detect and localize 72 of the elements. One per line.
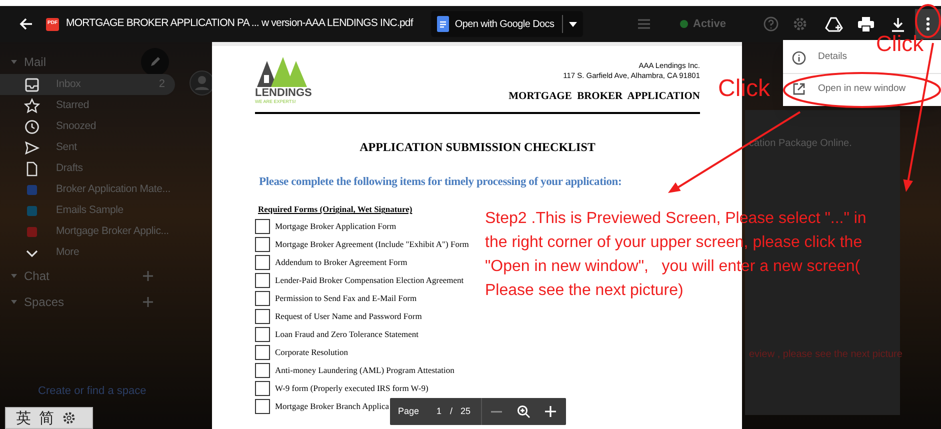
section-title: Spaces [24, 294, 66, 311]
open-external-icon [792, 82, 806, 96]
checkbox[interactable] [255, 398, 270, 414]
page-label: Page [398, 404, 420, 418]
checklist-item: Mortgage Broker Agreement (Include "Exhibit A") Form [275, 238, 469, 250]
info-icon [792, 50, 806, 64]
page-total: 25 [460, 404, 471, 418]
document-icon [24, 160, 40, 176]
back-arrow-icon[interactable] [18, 16, 34, 32]
plus-icon[interactable] [143, 297, 153, 307]
checkbox[interactable] [255, 236, 270, 252]
checklist-item: Mortgage Broker Application Form [275, 220, 396, 232]
section-title: Chat [24, 268, 50, 285]
checklist-item: Anti-money Laundering (AML) Program Attestation [275, 364, 454, 376]
checkbox[interactable] [255, 326, 270, 342]
checkbox[interactable] [255, 308, 270, 324]
checklist-item: Permission to Send Fax and E-Mail Form [275, 292, 417, 304]
clock-icon [24, 118, 40, 134]
zoom-icon[interactable] [516, 405, 530, 418]
open-with-button[interactable]: Open with Google Docs [430, 11, 584, 37]
logo-wordmark: LENDINGS [255, 87, 312, 99]
instruction-text: Please complete the following items for timely processing of your application: [259, 175, 623, 190]
form-title: MORTGAGE BROKER APPLICATION [508, 90, 700, 104]
mountain-logo-icon [255, 55, 307, 87]
zoom-in-icon[interactable] [544, 406, 556, 417]
help-icon[interactable] [763, 16, 779, 32]
checklist-item: Lender-Paid Broker Compensation Election Agreement [275, 274, 464, 286]
checklist-item: Corporate Resolution [275, 346, 348, 358]
checklist-item: Loan Fraud and Zero Tolerance Statement [275, 328, 418, 340]
checklist-heading: APPLICATION SUBMISSION CHECKLIST [358, 139, 596, 156]
checkbox[interactable] [255, 272, 270, 288]
sidebar-item[interactable]: More [0, 242, 175, 263]
sidebar-item[interactable]: Drafts [0, 158, 175, 179]
sidebar-item[interactable]: Starred [0, 95, 175, 116]
print-icon[interactable] [858, 16, 874, 32]
checkbox[interactable] [255, 218, 270, 234]
star-icon [24, 98, 40, 114]
checklist-item: Request of User Name and Password Form [275, 310, 422, 322]
checklist-item: W-9 form (Properly executed IRS form W-9) [275, 382, 428, 394]
menu-item[interactable]: Open in new window [783, 73, 941, 104]
sidebar-item[interactable]: Emails Sample [0, 200, 175, 221]
compose-pencil-icon[interactable] [141, 48, 169, 76]
body-text: eview , please see the next picture [749, 348, 902, 362]
section-heading: Required Forms (Original, Wet Signature) [258, 203, 414, 216]
checklist-item: Addendum to Broker Agreement Form [275, 256, 408, 268]
section-title: Mail [24, 54, 48, 71]
input-mode-toggle[interactable]: 英 [16, 410, 31, 426]
page-separator: / [450, 404, 453, 418]
plus-icon[interactable] [143, 271, 153, 281]
document-icon [436, 16, 449, 32]
checkbox[interactable] [255, 362, 270, 378]
page-number-field[interactable]: 1 [434, 404, 444, 418]
sidebar-item[interactable]: Sent [0, 137, 175, 158]
send-icon [24, 140, 40, 156]
checkbox[interactable] [255, 290, 270, 306]
settings-icon[interactable] [62, 411, 76, 425]
checkbox[interactable] [255, 254, 270, 270]
sidebar-item[interactable]: Mortgage Broker Applic... [0, 221, 175, 242]
download-icon[interactable] [891, 16, 905, 32]
inbox-icon [24, 76, 40, 92]
create-space-link[interactable]: Create or find a space [38, 383, 146, 400]
sidebar-item[interactable]: Snoozed [0, 116, 175, 137]
checkbox[interactable] [255, 380, 270, 396]
checklist-item: Mortgage Broker Branch Applica [275, 400, 390, 412]
file-title: MORTGAGE BROKER APPLICATION PA ... w version-AAA LENDINGS INC.pdf [66, 16, 413, 32]
more-vertical-icon [926, 17, 930, 31]
add-to-drive-icon[interactable] [825, 16, 843, 32]
caret-icon[interactable] [569, 22, 578, 26]
sidebar-item[interactable]: Broker Application Mate... [0, 179, 175, 200]
status-menu[interactable]: Active [680, 16, 740, 32]
checkbox[interactable] [255, 344, 270, 360]
input-mode-toggle[interactable]: 简 [39, 410, 54, 426]
